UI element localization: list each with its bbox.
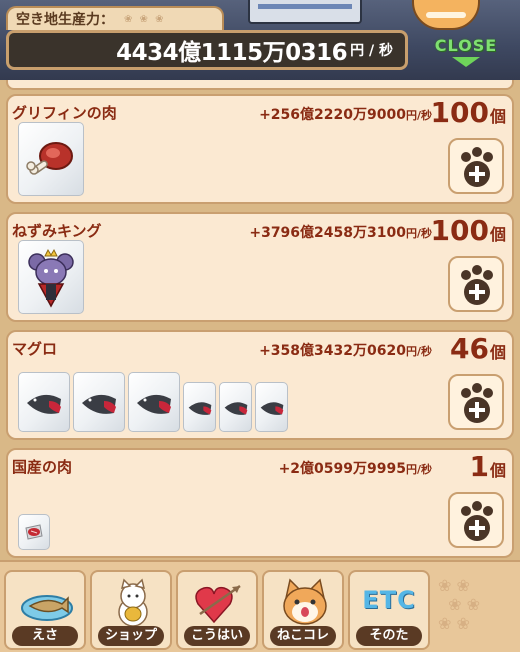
tab-shop[interactable]: ショップ xyxy=(90,570,172,650)
total-rate-bar: 4434億1115万0316 円 / 秒 xyxy=(6,30,408,70)
close-button[interactable]: CLOSE xyxy=(418,36,514,74)
truck-illustration xyxy=(248,0,362,24)
item-pack xyxy=(18,240,84,314)
paw-add-icon xyxy=(461,501,493,541)
tab-food[interactable]: えさ xyxy=(4,570,86,650)
tab-label: こうはい xyxy=(184,626,250,646)
item-count-value: 100 xyxy=(430,96,489,129)
item-count-value: 46 xyxy=(450,332,489,365)
tuna-icon xyxy=(82,394,116,414)
tab-label: そのた xyxy=(356,626,422,646)
item-card: マグロ +358億3432万0620円/秒 46個 xyxy=(6,330,514,440)
steak-icon xyxy=(25,524,43,540)
item-count: 1個 xyxy=(470,450,507,483)
close-label: CLOSE xyxy=(434,36,498,55)
item-rate: +256億2220万9000円/秒 xyxy=(259,104,432,124)
paw-add-icon xyxy=(461,383,493,423)
item-name: グリフィンの肉 xyxy=(12,104,117,122)
item-rate-unit: 円/秒 xyxy=(405,109,432,122)
bottom-tab-bar: えさ ショップ こうはい ねこコレ ETC そのた ❀ ❀ ❀ ❀ ❀ ❀ xyxy=(0,560,520,652)
tab-label: えさ xyxy=(12,626,78,646)
total-rate-unit: 円 / 秒 xyxy=(350,43,393,59)
add-item-button[interactable] xyxy=(448,492,504,548)
item-pack xyxy=(18,372,70,432)
tab-label: ねこコレ xyxy=(270,626,336,646)
tuna-icon xyxy=(27,394,61,414)
tab-breeding[interactable]: こうはい xyxy=(176,570,258,650)
tuna-icon xyxy=(224,402,247,415)
item-pack xyxy=(128,372,180,432)
item-rate-unit: 円/秒 xyxy=(405,227,432,240)
item-rate-value: +358億3432万0620 xyxy=(259,343,406,359)
item-rate-unit: 円/秒 xyxy=(405,345,432,358)
paw-pattern-icon: ❀ ❀ ❀ ❀ ❀ ❀ xyxy=(438,576,481,633)
production-label-tab: 空き地生産力： ❀ ❀ ❀ xyxy=(6,6,224,30)
add-item-button[interactable] xyxy=(448,256,504,312)
item-count-unit: 個 xyxy=(489,107,506,126)
item-pack-row xyxy=(18,122,84,196)
tuna-icon xyxy=(188,402,211,415)
item-name: ねずみキング xyxy=(12,222,102,240)
tuna-icon xyxy=(260,402,283,415)
cat-illustration xyxy=(412,0,480,30)
chevron-down-icon xyxy=(452,57,480,67)
add-item-button[interactable] xyxy=(448,138,504,194)
item-pack xyxy=(18,514,50,550)
item-card: グリフィンの肉 +256億2220万9000円/秒 100個 xyxy=(6,94,514,204)
tab-label: ショップ xyxy=(98,626,164,646)
paw-add-icon xyxy=(461,147,493,187)
item-rate-unit: 円/秒 xyxy=(405,463,432,476)
item-rate-value: +2億0599万9995 xyxy=(278,461,406,477)
item-card: 国産の肉 +2億0599万9995円/秒 1個 xyxy=(6,448,514,558)
tuna-icon xyxy=(137,394,171,414)
item-pack xyxy=(73,372,125,432)
item-pack-row xyxy=(18,240,84,314)
item-rate-value: +3796億2458万3100 xyxy=(249,225,406,241)
production-label: 空き地生産力： xyxy=(16,12,114,28)
fish-plate-icon xyxy=(21,595,73,621)
tab-cat-collection[interactable]: ねこコレ xyxy=(262,570,344,650)
item-card: ねずみキング +3796億2458万3100円/秒 100個 xyxy=(6,212,514,322)
lucky-cat-icon xyxy=(118,578,148,627)
item-rate-value: +256億2220万9000 xyxy=(259,107,406,123)
item-list[interactable]: グリフィンの肉 +256億2220万9000円/秒 100個 ねずみキング +3… xyxy=(0,80,520,560)
item-count-value: 1 xyxy=(469,450,489,483)
paw-add-icon xyxy=(461,265,493,305)
item-pack xyxy=(18,122,84,196)
meat-leg-icon xyxy=(26,142,73,175)
item-count-unit: 個 xyxy=(489,343,506,362)
item-pack xyxy=(183,382,216,432)
cat-face-icon xyxy=(283,578,327,625)
rat-king-icon xyxy=(28,248,74,308)
etc-icon: ETC xyxy=(362,586,416,614)
item-name: 国産の肉 xyxy=(12,458,73,476)
item-rate: +3796億2458万3100円/秒 xyxy=(249,222,432,242)
item-pack xyxy=(255,382,288,432)
total-rate-value: 4434億1115万0316 xyxy=(116,40,348,66)
tab-other[interactable]: ETC そのた xyxy=(348,570,430,650)
item-count-unit: 個 xyxy=(489,461,506,480)
paw-pattern-icon: ❀ ❀ ❀ xyxy=(124,13,166,25)
item-pack xyxy=(219,382,252,432)
item-pack-row xyxy=(18,514,50,550)
item-name: マグロ xyxy=(12,340,58,358)
item-count-unit: 個 xyxy=(489,225,506,244)
add-item-button[interactable] xyxy=(448,374,504,430)
item-rate: +358億3432万0620円/秒 xyxy=(259,340,432,360)
item-count: 100個 xyxy=(431,96,506,129)
heart-arrow-icon xyxy=(195,584,241,624)
item-count: 100個 xyxy=(431,214,506,247)
previous-item-card xyxy=(6,80,514,90)
item-rate: +2億0599万9995円/秒 xyxy=(279,458,432,478)
item-count: 46個 xyxy=(450,332,506,365)
item-pack-row xyxy=(18,372,288,432)
item-count-value: 100 xyxy=(430,214,489,247)
